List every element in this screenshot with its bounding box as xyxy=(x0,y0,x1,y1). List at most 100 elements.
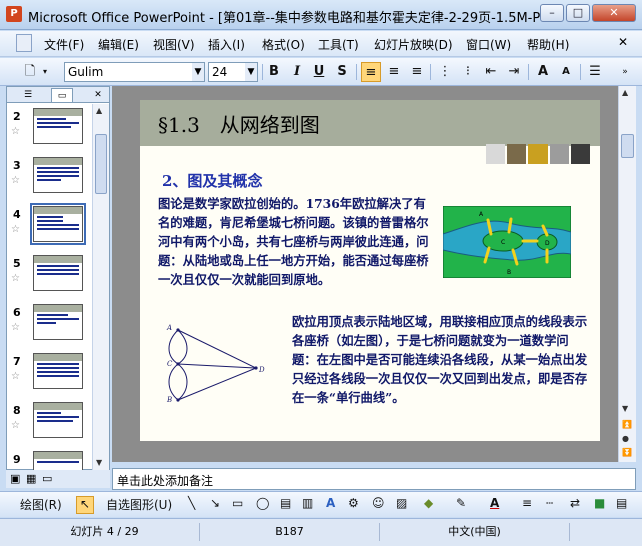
slide-scrollbar[interactable]: ▲ ▼ ⏫ ● ⏬ xyxy=(618,86,636,462)
scroll-up-icon[interactable]: ▲ xyxy=(622,88,628,97)
vertical-textbox-icon[interactable]: ▥ xyxy=(302,496,313,510)
outline-tab-icon[interactable]: ☰ xyxy=(17,88,39,102)
font-color-icon[interactable]: A xyxy=(490,496,499,510)
slides-tab-icon[interactable]: ▭ xyxy=(51,88,73,102)
scroll-down-icon[interactable]: ▼ xyxy=(622,404,628,413)
shadow-style-icon[interactable]: ■ xyxy=(594,496,605,510)
italic-button[interactable]: I xyxy=(287,62,307,82)
arrow-icon[interactable]: ↘ xyxy=(210,496,220,510)
slide-title[interactable]: §1.3 从网络到图 xyxy=(158,109,320,138)
current-slide[interactable]: §1.3 从网络到图 2、图及其概念 图论是数学家欧拉创始的。1736年欧拉解决… xyxy=(140,100,600,441)
thumbnail-slide-9[interactable]: 9 ☆ xyxy=(7,447,93,470)
thumbnail-slide-6[interactable]: 6 ☆ xyxy=(7,300,93,349)
doc-icon[interactable] xyxy=(16,34,32,52)
chevron-down-icon[interactable]: ▼ xyxy=(192,63,204,81)
slide-thumbnail[interactable] xyxy=(33,353,83,389)
chevron-down-icon[interactable]: ▾ xyxy=(40,62,50,82)
slide-thumbnail[interactable] xyxy=(33,157,83,193)
picture-icon[interactable]: ▨ xyxy=(396,496,407,510)
menu-slideshow[interactable]: 幻灯片放映(D) xyxy=(374,36,453,53)
menu-edit[interactable]: 编辑(E) xyxy=(98,36,139,53)
scroll-thumb[interactable] xyxy=(621,134,634,158)
bold-button[interactable]: B xyxy=(264,62,284,82)
arrow-style-icon[interactable]: ⇄ xyxy=(570,496,580,510)
menu-tools[interactable]: 工具(T) xyxy=(318,36,359,53)
new-icon[interactable]: 🗋 xyxy=(20,62,40,82)
close-panel-icon[interactable]: ✕ xyxy=(87,88,109,102)
decrease-font-button[interactable]: A xyxy=(556,62,576,82)
thumbnail-list: 2 ☆ 3 ☆ 4 ☆ 5 ☆ 6 ☆ 7 ☆ 8 ☆ 9 xyxy=(7,104,93,470)
scroll-up-icon[interactable]: ▲ xyxy=(96,106,102,115)
increase-font-button[interactable]: A xyxy=(533,62,553,82)
line-style-icon[interactable]: ≡ xyxy=(522,496,532,510)
notes-pane[interactable]: 单击此处添加备注 xyxy=(112,468,636,490)
scroll-down-icon[interactable]: ▼ xyxy=(96,458,102,467)
slide-thumbnail-selected[interactable] xyxy=(30,203,86,245)
toolbar-options-icon[interactable]: » xyxy=(618,62,632,82)
slide-thumbnail[interactable] xyxy=(33,108,83,144)
thumbnail-slide-7[interactable]: 7 ☆ xyxy=(7,349,93,398)
wordart-icon[interactable]: A xyxy=(326,496,335,510)
maximize-button[interactable]: □ xyxy=(566,4,590,22)
next-slide-icon[interactable]: ⏬ xyxy=(622,448,632,457)
fill-color-icon[interactable]: ◆ xyxy=(424,496,433,510)
thumbnail-slide-4[interactable]: 4 ☆ xyxy=(7,202,93,251)
autoshapes-menu-button[interactable]: 自选图形(U) xyxy=(106,496,172,513)
thumbnail-slide-3[interactable]: 3 ☆ xyxy=(7,153,93,202)
bullet-list-button[interactable]: ⁝ xyxy=(458,62,478,82)
underline-button[interactable]: U xyxy=(309,62,329,82)
align-left-button[interactable]: ≡ xyxy=(361,62,381,82)
slide-number: 2 xyxy=(13,110,21,123)
chevron-down-icon[interactable]: ▼ xyxy=(245,63,257,81)
select-pointer-icon[interactable]: ↖ xyxy=(76,496,94,514)
slide-thumbnail[interactable] xyxy=(33,304,83,340)
oval-icon[interactable]: ◯ xyxy=(256,496,269,510)
scroll-thumb[interactable] xyxy=(95,134,107,194)
minimize-button[interactable]: – xyxy=(540,4,564,22)
menu-view[interactable]: 视图(V) xyxy=(153,36,195,53)
rectangle-icon[interactable]: ▭ xyxy=(232,496,243,510)
shadow-button[interactable]: S xyxy=(332,62,352,82)
slide-thumbnail[interactable] xyxy=(33,255,83,291)
draw-menu-button[interactable]: 绘图(R) xyxy=(20,496,62,513)
slide-paragraph-1[interactable]: 图论是数学家欧拉创始的。1736年欧拉解决了有名的难题，肯尼希堡城七桥问题。该镇… xyxy=(158,194,434,289)
line-color-icon[interactable]: ✎ xyxy=(456,496,466,510)
transition-star-icon: ☆ xyxy=(11,224,20,235)
font-size-select[interactable]: 24 ▼ xyxy=(208,62,258,82)
dash-style-icon[interactable]: ┄ xyxy=(546,496,553,510)
align-center-button[interactable]: ≡ xyxy=(384,62,404,82)
slide-thumbnail[interactable] xyxy=(33,451,83,470)
doc-close-icon[interactable]: ✕ xyxy=(618,35,628,49)
menu-window[interactable]: 窗口(W) xyxy=(466,36,511,53)
align-right-button[interactable]: ≡ xyxy=(407,62,427,82)
decrease-indent-button[interactable]: ⇤ xyxy=(481,62,501,82)
slideshow-view-icon[interactable]: ▭ xyxy=(42,472,52,485)
slide-sorter-view-icon[interactable]: ▦ xyxy=(26,472,36,485)
slide-thumbnail[interactable] xyxy=(33,402,83,438)
thumbnail-slide-5[interactable]: 5 ☆ xyxy=(7,251,93,300)
thumbnail-slide-8[interactable]: 8 ☆ xyxy=(7,398,93,447)
select-browse-object-icon[interactable]: ● xyxy=(622,434,629,443)
close-button[interactable]: ✕ xyxy=(592,4,636,22)
font-name-select[interactable]: Gulim ▼ xyxy=(64,62,205,82)
normal-view-icon[interactable]: ▣ xyxy=(10,472,20,485)
clipart-icon[interactable]: ☺ xyxy=(372,496,385,510)
powerpoint-app-icon[interactable]: P xyxy=(6,6,22,22)
thumbnail-scrollbar[interactable]: ▲ ▼ xyxy=(92,104,109,470)
line-icon[interactable]: ╲ xyxy=(188,496,195,510)
increase-indent-button[interactable]: ⇥ xyxy=(504,62,524,82)
menu-file[interactable]: 文件(F) xyxy=(44,36,84,53)
design-button[interactable]: ☰ xyxy=(585,62,605,82)
thumbnail-slide-2[interactable]: 2 ☆ xyxy=(7,104,93,153)
textbox-icon[interactable]: ▤ xyxy=(280,496,291,510)
font-size-value: 24 xyxy=(212,65,228,79)
numbered-list-button[interactable]: ⋮ xyxy=(435,62,455,82)
slide-paragraph-2[interactable]: 欧拉用顶点表示陆地区域，用联接相应顶点的线段表示各座桥（如左图），于是七桥问题就… xyxy=(292,312,588,407)
menu-help[interactable]: 帮助(H) xyxy=(527,36,569,53)
menu-format[interactable]: 格式(O) xyxy=(262,36,305,53)
3d-style-icon[interactable]: ▤ xyxy=(616,496,627,510)
slide-subtitle[interactable]: 2、图及其概念 xyxy=(162,170,262,191)
diagram-icon[interactable]: ⚙ xyxy=(348,496,359,510)
previous-slide-icon[interactable]: ⏫ xyxy=(622,420,632,429)
menu-insert[interactable]: 插入(I) xyxy=(208,36,245,53)
